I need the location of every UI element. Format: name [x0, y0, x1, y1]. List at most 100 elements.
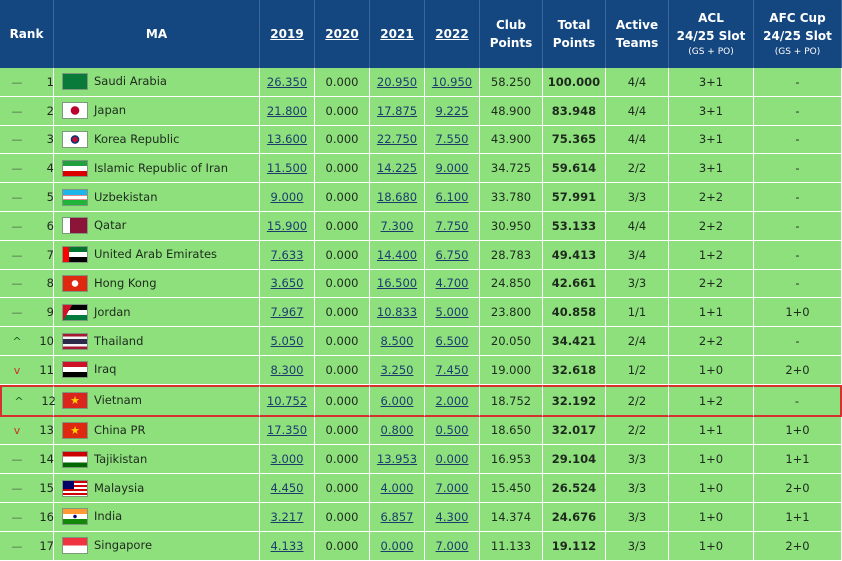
points-2022-link[interactable]: 7.000 — [436, 539, 469, 553]
uae-flag-icon — [62, 246, 88, 264]
acl-slot: 1+2 — [698, 393, 724, 408]
points-2022-link[interactable]: 2.000 — [436, 394, 469, 408]
points-2021-link[interactable]: 20.950 — [377, 75, 417, 89]
points-2022-link[interactable]: 7.000 — [436, 481, 469, 495]
points-2021-link[interactable]: 8.500 — [381, 334, 414, 348]
points-2022-link[interactable]: 9.000 — [436, 161, 469, 175]
year-2022-link[interactable]: 2022 — [435, 27, 468, 41]
points-2021-link[interactable]: 4.000 — [381, 481, 414, 495]
points-2019-link[interactable]: 26.350 — [267, 75, 307, 89]
active-teams-line2: Teams — [615, 36, 659, 50]
points-2022-link[interactable]: 7.550 — [436, 132, 469, 146]
points-2022-link[interactable]: 6.500 — [436, 334, 469, 348]
points-2019-link[interactable]: 21.800 — [267, 104, 307, 118]
points-2021-link[interactable]: 22.750 — [377, 132, 417, 146]
points-2019-cell: 7.633 — [260, 240, 315, 270]
points-2019-link[interactable]: 4.133 — [271, 539, 304, 553]
points-2021-cell: 17.875 — [370, 96, 425, 126]
points-2022-link[interactable]: 4.300 — [436, 510, 469, 524]
total-points-cell: 32.192 — [543, 384, 606, 417]
points-2019-link[interactable]: 5.050 — [271, 334, 304, 348]
year-2020-link[interactable]: 2020 — [325, 27, 358, 41]
points-2022-link[interactable]: 5.000 — [436, 305, 469, 319]
col-header-2021[interactable]: 2021 — [370, 0, 425, 68]
points-2019-link[interactable]: 13.600 — [267, 132, 307, 146]
club-points-cell: 18.650 — [480, 416, 543, 446]
country-name: Korea Republic — [94, 131, 180, 146]
afc-line1: AFC Cup — [769, 11, 826, 25]
points-2021-link[interactable]: 10.833 — [377, 305, 417, 319]
points-2021-link[interactable]: 6.857 — [381, 510, 414, 524]
points-2021-link[interactable]: 6.000 — [381, 394, 414, 408]
active-teams: 3/3 — [627, 190, 647, 205]
total-points-line1: Total — [557, 18, 591, 32]
total-points-cell: 57.991 — [543, 183, 606, 212]
year-2021-link[interactable]: 2021 — [380, 27, 413, 41]
points-2019-link[interactable]: 3.217 — [271, 510, 304, 524]
points-2022-link[interactable]: 10.950 — [432, 75, 472, 89]
india-flag-icon — [62, 508, 88, 526]
points-2021-link[interactable]: 0.000 — [381, 539, 414, 553]
acl-slot-cell: 1+0 — [669, 531, 754, 561]
points-2022-link[interactable]: 0.000 — [436, 452, 469, 466]
points-2019-link[interactable]: 3.650 — [271, 276, 304, 290]
afc-cup-slot-cell: - — [754, 327, 842, 356]
points-2021-link[interactable]: 7.300 — [381, 219, 414, 233]
points-2020-cell: 0.000 — [315, 327, 370, 356]
afc-cup-slot: 1+0 — [785, 305, 810, 320]
points-2022-link[interactable]: 4.700 — [436, 276, 469, 290]
col-header-2020[interactable]: 2020 — [315, 0, 370, 68]
points-2021-link[interactable]: 13.953 — [377, 452, 417, 466]
points-2021-link[interactable]: 14.400 — [377, 248, 417, 262]
points-2019-link[interactable]: 10.752 — [267, 394, 307, 408]
col-header-2022[interactable]: 2022 — [425, 0, 480, 68]
points-2019-link[interactable]: 9.000 — [271, 190, 304, 204]
points-2019-link[interactable]: 4.450 — [271, 481, 304, 495]
points-2019-link[interactable]: 15.900 — [267, 219, 307, 233]
afc-cup-slot-cell: 2+0 — [754, 531, 842, 561]
rank-number: 8 — [46, 276, 54, 291]
active-teams: 4/4 — [627, 132, 647, 147]
points-2021-cell: 10.833 — [370, 298, 425, 328]
acl-slot: 2+2 — [698, 190, 724, 205]
points-2020-cell: 0.000 — [315, 298, 370, 328]
points-2020-cell: 0.000 — [315, 68, 370, 97]
points-2021-link[interactable]: 14.225 — [377, 161, 417, 175]
jordan-flag-icon — [62, 303, 88, 321]
col-header-ma: MA — [54, 0, 260, 68]
flag-emblem — [63, 362, 87, 377]
table-row-saudi-arabia: —1 Saudi Arabia 26.350 0.000 20.950 10.950 58.… — [0, 68, 842, 97]
table-row-iraq: v 11 Iraq 8.300 0.000 3.250 7.450 19.000 32.618 1… — [0, 355, 842, 385]
afc-cup-slot: - — [794, 393, 800, 408]
points-2022-link[interactable]: 0.500 — [436, 423, 469, 437]
club-points-cell: 14.374 — [480, 502, 543, 532]
points-2019-link[interactable]: 11.500 — [267, 161, 307, 175]
points-2019-link[interactable]: 7.967 — [271, 305, 304, 319]
points-2019-link[interactable]: 3.000 — [271, 452, 304, 466]
table-header-row: Rank MA 2019 2020 2021 2022 Club Points T… — [0, 0, 842, 68]
points-2021-link[interactable]: 18.680 — [377, 190, 417, 204]
points-2019-link[interactable]: 17.350 — [267, 423, 307, 437]
col-header-2019[interactable]: 2019 — [260, 0, 315, 68]
points-2021-link[interactable]: 17.875 — [377, 104, 417, 118]
points-2021-link[interactable]: 3.250 — [381, 363, 414, 377]
year-2019-link[interactable]: 2019 — [270, 27, 303, 41]
points-2020: 0.000 — [325, 132, 359, 147]
table-row-uzbekistan: —5 Uzbekistan 9.000 0.000 18.680 6.100 33.780 5… — [0, 183, 842, 212]
rank-number: 14 — [39, 452, 54, 467]
points-2022-link[interactable]: 7.750 — [436, 219, 469, 233]
points-2022-link[interactable]: 7.450 — [436, 363, 469, 377]
points-2022-link[interactable]: 6.750 — [436, 248, 469, 262]
points-2019-link[interactable]: 7.633 — [271, 248, 304, 262]
points-2021-link[interactable]: 16.500 — [377, 276, 417, 290]
points-2022-link[interactable]: 6.100 — [436, 190, 469, 204]
active-teams-cell: 1/1 — [606, 298, 669, 328]
active-teams-cell: 3/3 — [606, 474, 669, 503]
afc-cup-slot: - — [795, 334, 800, 349]
table-row-jordan: —9 Jordan 7.967 0.000 10.833 5.000 23.800 40.85… — [0, 298, 842, 328]
points-2021-link[interactable]: 0.800 — [381, 423, 414, 437]
points-2022-link[interactable]: 9.225 — [436, 104, 469, 118]
points-2019-link[interactable]: 8.300 — [271, 363, 304, 377]
points-2020-cell: 0.000 — [315, 154, 370, 184]
points-2022-cell: 4.700 — [425, 269, 480, 299]
